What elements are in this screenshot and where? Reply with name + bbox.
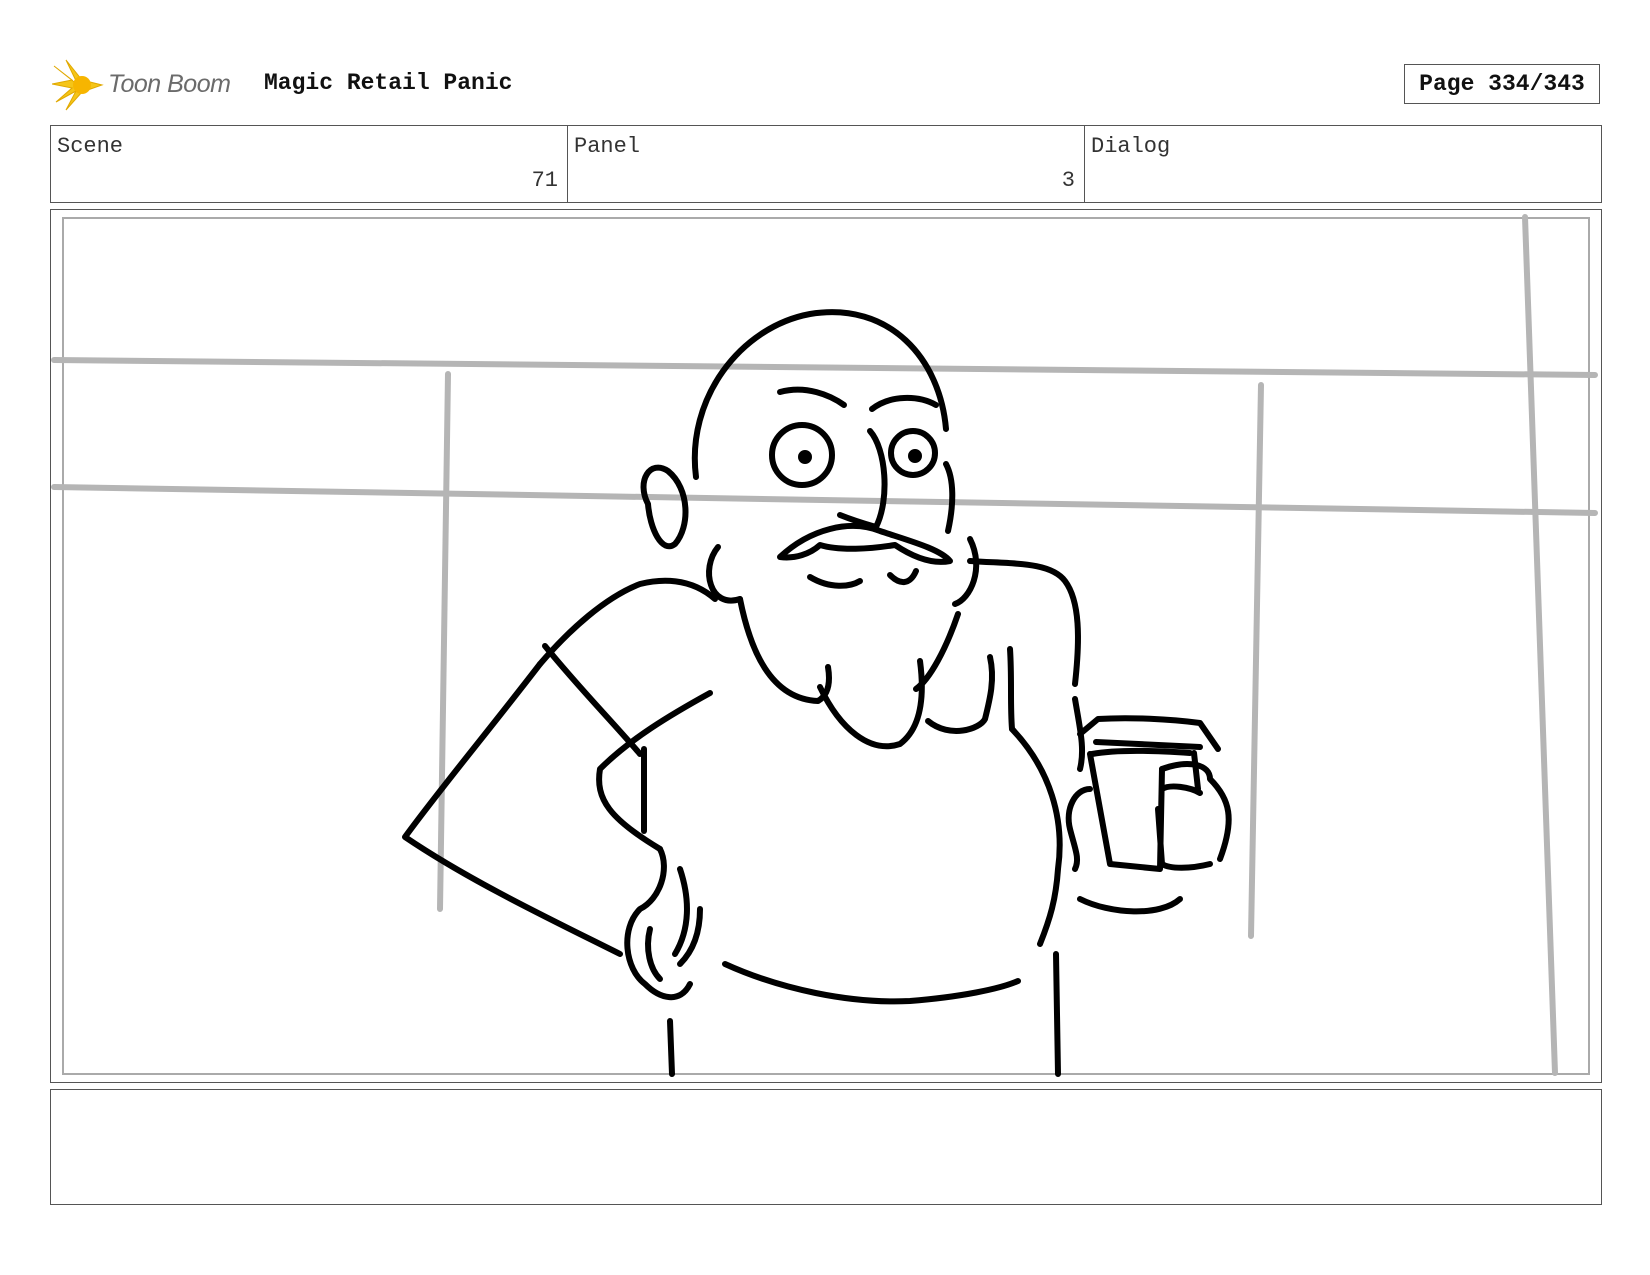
panel-cell: Panel 3	[568, 126, 1085, 202]
scene-value: 71	[531, 168, 558, 193]
page-number: Page 334/343	[1404, 64, 1600, 104]
dialog-cell: Dialog	[1085, 126, 1601, 202]
panel-info-row: Scene 71 Panel 3 Dialog	[50, 125, 1602, 203]
project-title: Magic Retail Panic	[264, 70, 513, 96]
starburst-icon	[51, 59, 104, 111]
background-lines	[51, 214, 1598, 1076]
logo-text: Toon Boom	[108, 70, 231, 98]
toon-boom-logo: Toon Boom	[51, 58, 252, 112]
scene-label: Scene	[57, 134, 124, 159]
panel-label: Panel	[574, 134, 641, 159]
dialog-label: Dialog	[1091, 134, 1171, 159]
scene-cell: Scene 71	[51, 126, 568, 202]
panel-value: 3	[1061, 168, 1075, 193]
notes-box	[50, 1089, 1602, 1205]
storyboard-sketch	[51, 214, 1598, 1077]
character-sketch	[402, 309, 1232, 1077]
